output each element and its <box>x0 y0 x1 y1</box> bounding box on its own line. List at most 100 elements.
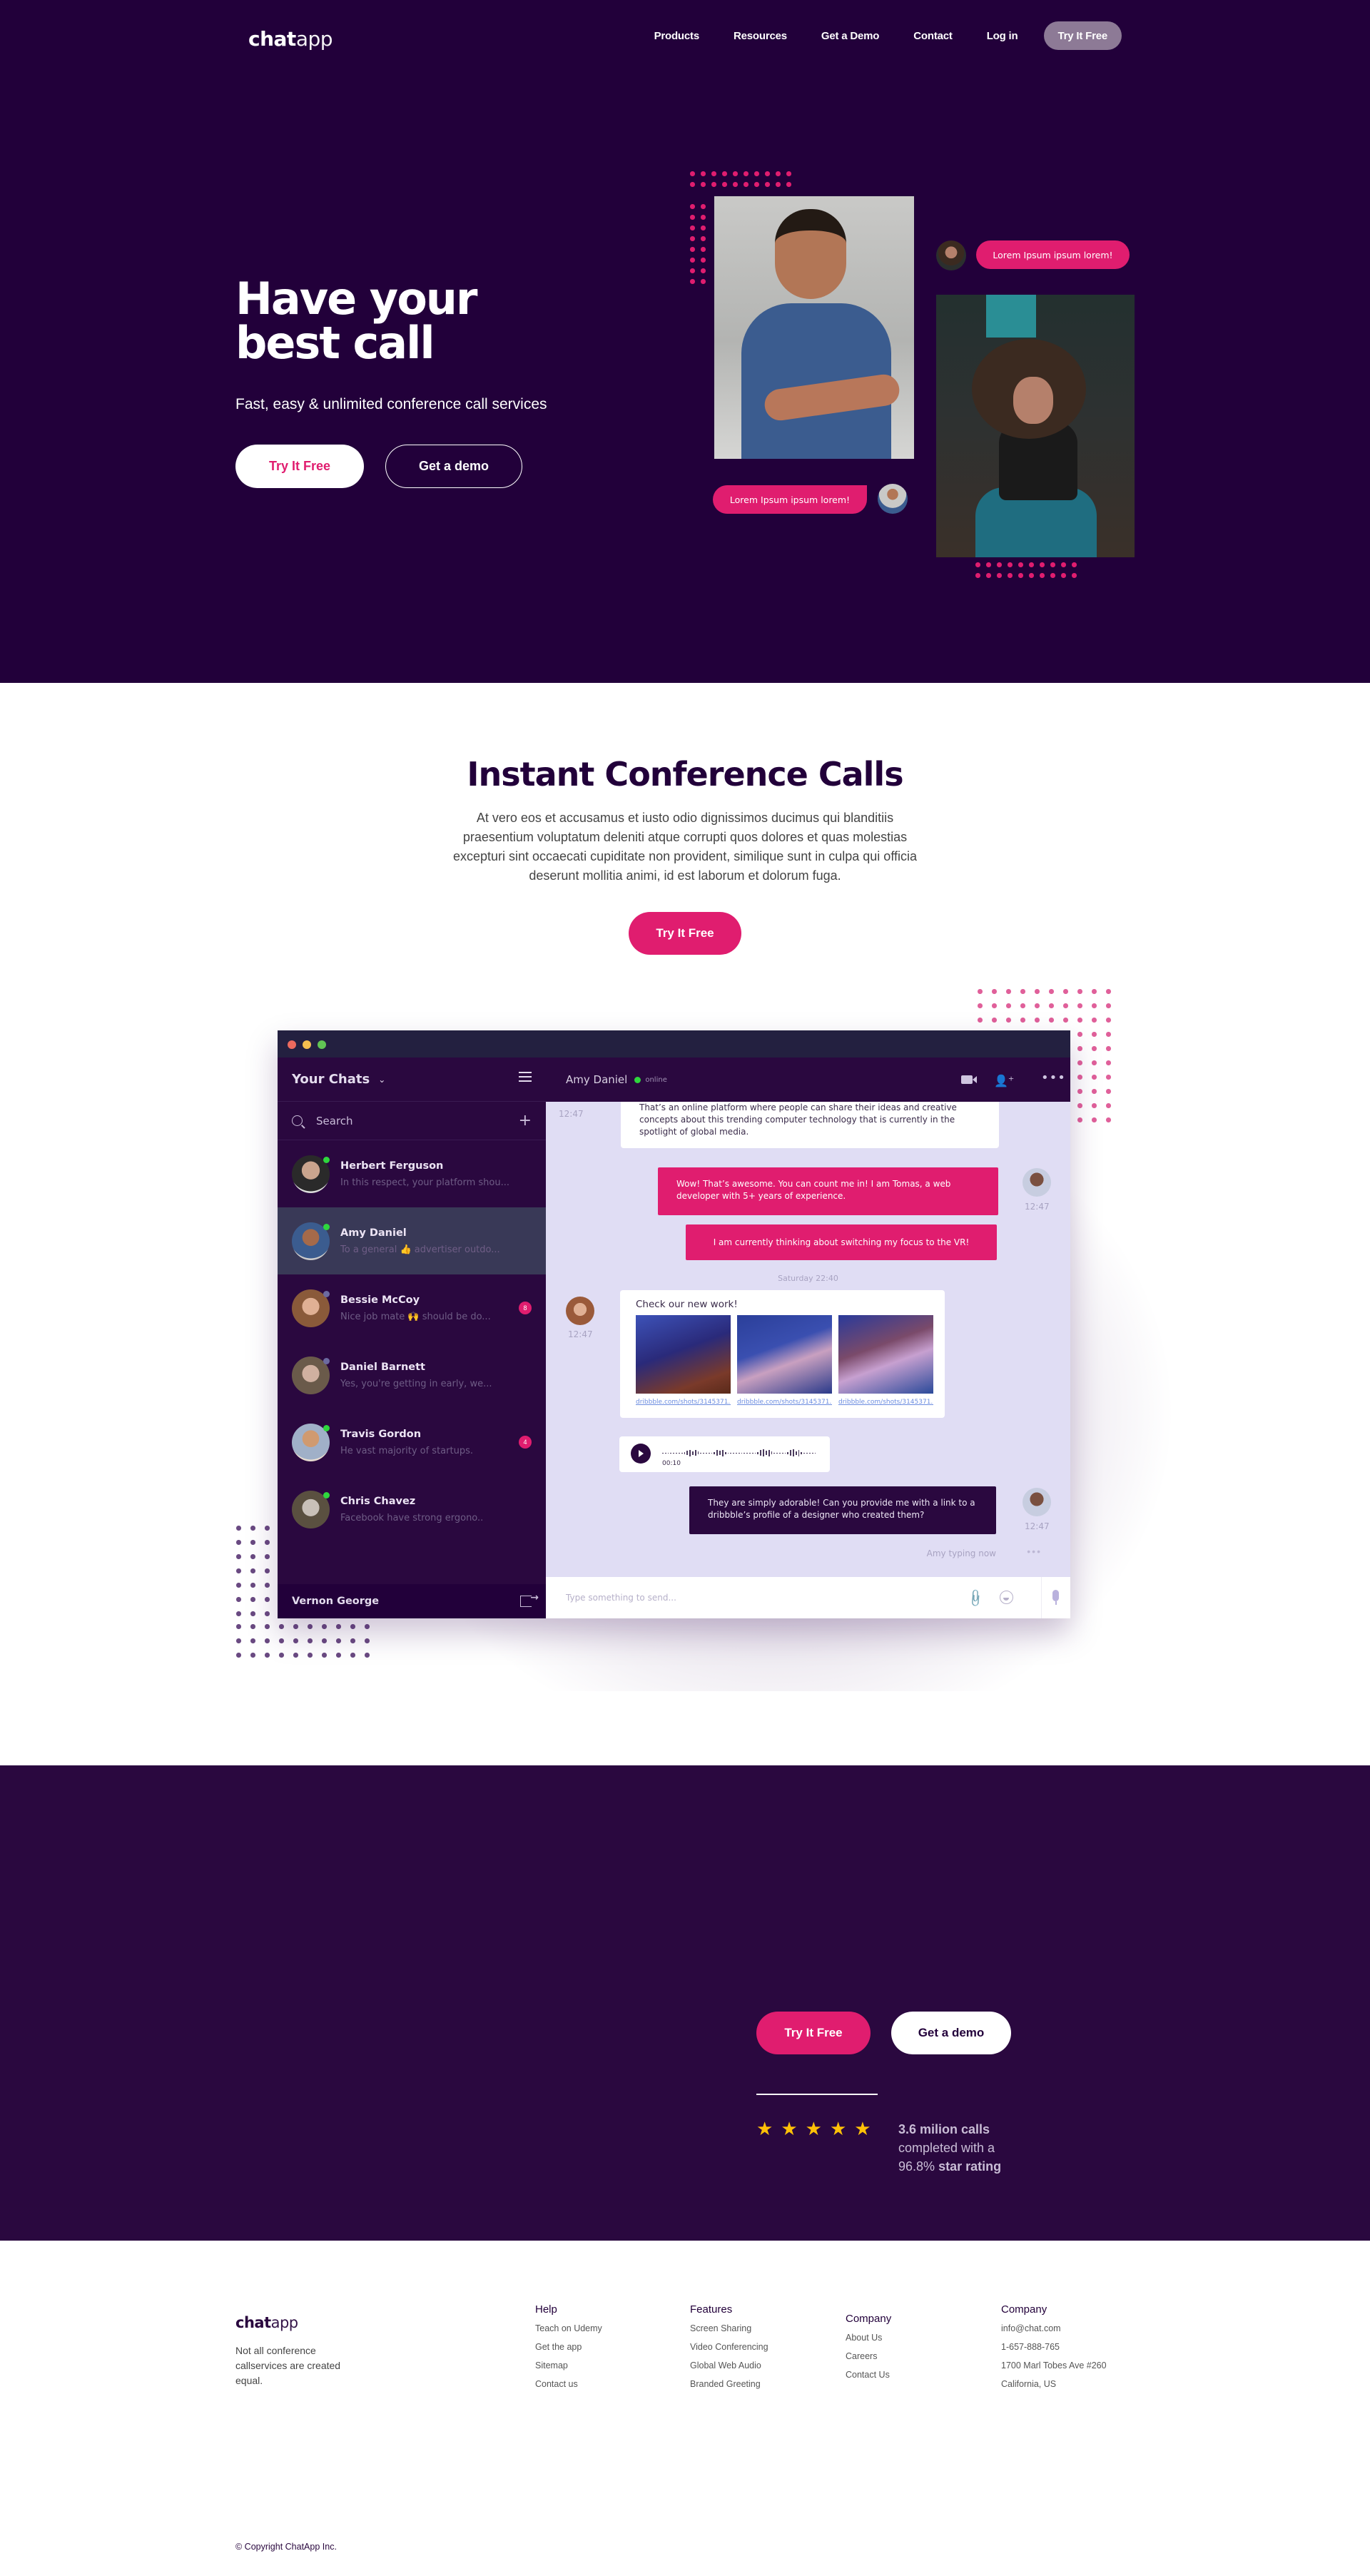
dot <box>236 1583 241 1588</box>
dot <box>236 1554 241 1559</box>
more-options-icon[interactable]: ••• <box>1041 1070 1066 1085</box>
dot <box>701 204 706 209</box>
audio-duration: 00:10 <box>662 1460 681 1467</box>
footer-link[interactable]: Branded Greeting <box>690 2378 768 2390</box>
shot-image[interactable] <box>737 1315 832 1394</box>
chat-list-item[interactable]: Daniel Barnett Yes, you're getting in ear… <box>278 1342 546 1409</box>
minimize-window-icon[interactable] <box>303 1040 311 1049</box>
footer-link[interactable]: Teach on Udemy <box>535 2323 602 2334</box>
play-icon[interactable] <box>631 1444 651 1464</box>
audio-waveform[interactable] <box>662 1449 816 1457</box>
dot <box>1106 1032 1111 1037</box>
video-call-icon[interactable] <box>961 1075 977 1084</box>
message-input[interactable]: Type something to send... 📎 <box>546 1577 1070 1618</box>
chat-bubble: Lorem Ipsum ipsum lorem! <box>976 240 1130 269</box>
shot-link[interactable]: dribbble.com/shots/3145371... <box>737 1396 832 1409</box>
nav-try-free-button[interactable]: Try It Free <box>1043 21 1122 50</box>
waveform-bar <box>776 1452 778 1454</box>
gallery-item[interactable]: dribbble.com/shots/3145371... <box>636 1315 731 1409</box>
footer-link[interactable]: Sitemap <box>535 2360 602 2371</box>
logout-icon[interactable] <box>520 1592 539 1607</box>
hero-photo-woman <box>936 295 1135 557</box>
chat-list-item[interactable]: Bessie McCoy Nice job mate 🙌 should be do… <box>278 1274 546 1342</box>
features-try-free-button[interactable]: Try It Free <box>629 912 741 955</box>
small-business-try-free-button[interactable]: Try It Free <box>756 2012 871 2054</box>
dot <box>776 182 781 187</box>
shot-link[interactable]: dribbble.com/shots/3145371... <box>838 1396 933 1409</box>
dot <box>690 268 695 273</box>
dot <box>722 182 727 187</box>
shot-image[interactable] <box>636 1315 731 1394</box>
dot <box>1020 1003 1025 1008</box>
message-time: 12:47 <box>559 1109 584 1119</box>
date-separator: Saturday 22:40 <box>778 1274 838 1283</box>
waveform-bar <box>724 1451 726 1454</box>
dot <box>265 1526 270 1531</box>
shot-image[interactable] <box>838 1315 933 1394</box>
footer-email-link[interactable]: info@chat.com <box>1001 2323 1107 2334</box>
unread-badge: 8 <box>519 1302 532 1314</box>
footer-link[interactable]: Contact Us <box>846 2369 891 2380</box>
hero-get-demo-button[interactable]: Get a demo <box>385 445 522 488</box>
search-input[interactable]: Search + <box>278 1102 546 1140</box>
waveform-bar <box>670 1452 672 1454</box>
chevron-down-icon[interactable]: ⌄ <box>378 1075 385 1085</box>
dot <box>236 1540 241 1545</box>
add-user-icon[interactable]: 👤⁺ <box>994 1074 1014 1087</box>
attachment-icon[interactable]: 📎 <box>965 1588 985 1608</box>
dot <box>265 1653 270 1658</box>
waveform-bar <box>741 1452 743 1454</box>
gallery-item[interactable]: dribbble.com/shots/3145371... <box>838 1315 933 1409</box>
footer-logo[interactable]: chatapp <box>235 2314 298 2331</box>
emoji-icon[interactable] <box>1000 1591 1013 1604</box>
dot <box>322 1624 327 1629</box>
waveform-bar <box>781 1452 783 1454</box>
chat-list-item[interactable]: Amy Daniel To a general 👍 advertiser outd… <box>278 1207 546 1274</box>
footer-link[interactable]: Contact us <box>535 2378 602 2390</box>
dot <box>236 1526 241 1531</box>
message-placeholder: Type something to send... <box>566 1593 676 1603</box>
waveform-bar <box>691 1451 694 1455</box>
chat-list-item[interactable]: Travis Gordon He vast majority of startup… <box>278 1409 546 1476</box>
nav-resources[interactable]: Resources <box>734 30 787 42</box>
shot-link[interactable]: dribbble.com/shots/3145371... <box>636 1396 731 1409</box>
small-business-get-demo-button[interactable]: Get a demo <box>891 2012 1011 2054</box>
stat-text-bold: star rating <box>938 2159 1002 2174</box>
nav-contact[interactable]: Contact <box>913 30 953 42</box>
waveform-bar <box>798 1449 800 1456</box>
waveform-bar <box>716 1450 719 1456</box>
footer-address: 1700 Marl Tobes Ave #260 <box>1001 2361 1107 2370</box>
close-window-icon[interactable] <box>288 1040 296 1049</box>
nav-products[interactable]: Products <box>654 30 700 42</box>
footer-link[interactable]: Video Conferencing <box>690 2341 768 2353</box>
chat-list-item[interactable]: Herbert Ferguson In this respect, your pl… <box>278 1140 546 1207</box>
waveform-bar <box>662 1452 664 1454</box>
gallery-item[interactable]: dribbble.com/shots/3145371... <box>737 1315 832 1409</box>
footer-column-title: Company <box>846 2313 892 2325</box>
footer-phone-link[interactable]: 1-657-888-765 <box>1001 2341 1107 2353</box>
star-rating: ★ ★ ★ ★ ★ <box>756 2119 871 2138</box>
waveform-bar <box>771 1451 773 1454</box>
copyright: © Copyright ChatApp Inc. <box>235 2542 337 2552</box>
microphone-icon[interactable] <box>1052 1590 1059 1605</box>
footer-link[interactable]: Careers <box>846 2351 891 2362</box>
footer-link[interactable]: Global Web Audio <box>690 2360 768 2371</box>
add-chat-icon[interactable]: + <box>519 1112 532 1130</box>
stat-text: completed with a <box>898 2141 995 2155</box>
chat-list-item[interactable]: Chris Chavez Facebook have strong ergono.… <box>278 1476 546 1543</box>
list-menu-icon[interactable] <box>519 1072 532 1083</box>
hero-title: Have your best call <box>235 277 664 365</box>
chats-title[interactable]: Your Chats <box>292 1072 370 1087</box>
logo[interactable]: chatapp <box>248 27 333 51</box>
footer-link[interactable]: Get the app <box>535 2341 602 2353</box>
waveform-bar <box>697 1451 699 1454</box>
hero-try-free-button[interactable]: Try It Free <box>235 445 364 488</box>
maximize-window-icon[interactable] <box>318 1040 326 1049</box>
dot <box>322 1638 327 1643</box>
nav-login[interactable]: Log in <box>987 30 1018 42</box>
chat-item-text: Daniel Barnett Yes, you're getting in ear… <box>340 1361 492 1389</box>
footer-link[interactable]: About Us <box>846 2332 891 2343</box>
footer-link[interactable]: Screen Sharing <box>690 2323 768 2334</box>
waveform-bar <box>803 1452 806 1454</box>
nav-get-a-demo[interactable]: Get a Demo <box>821 30 880 42</box>
